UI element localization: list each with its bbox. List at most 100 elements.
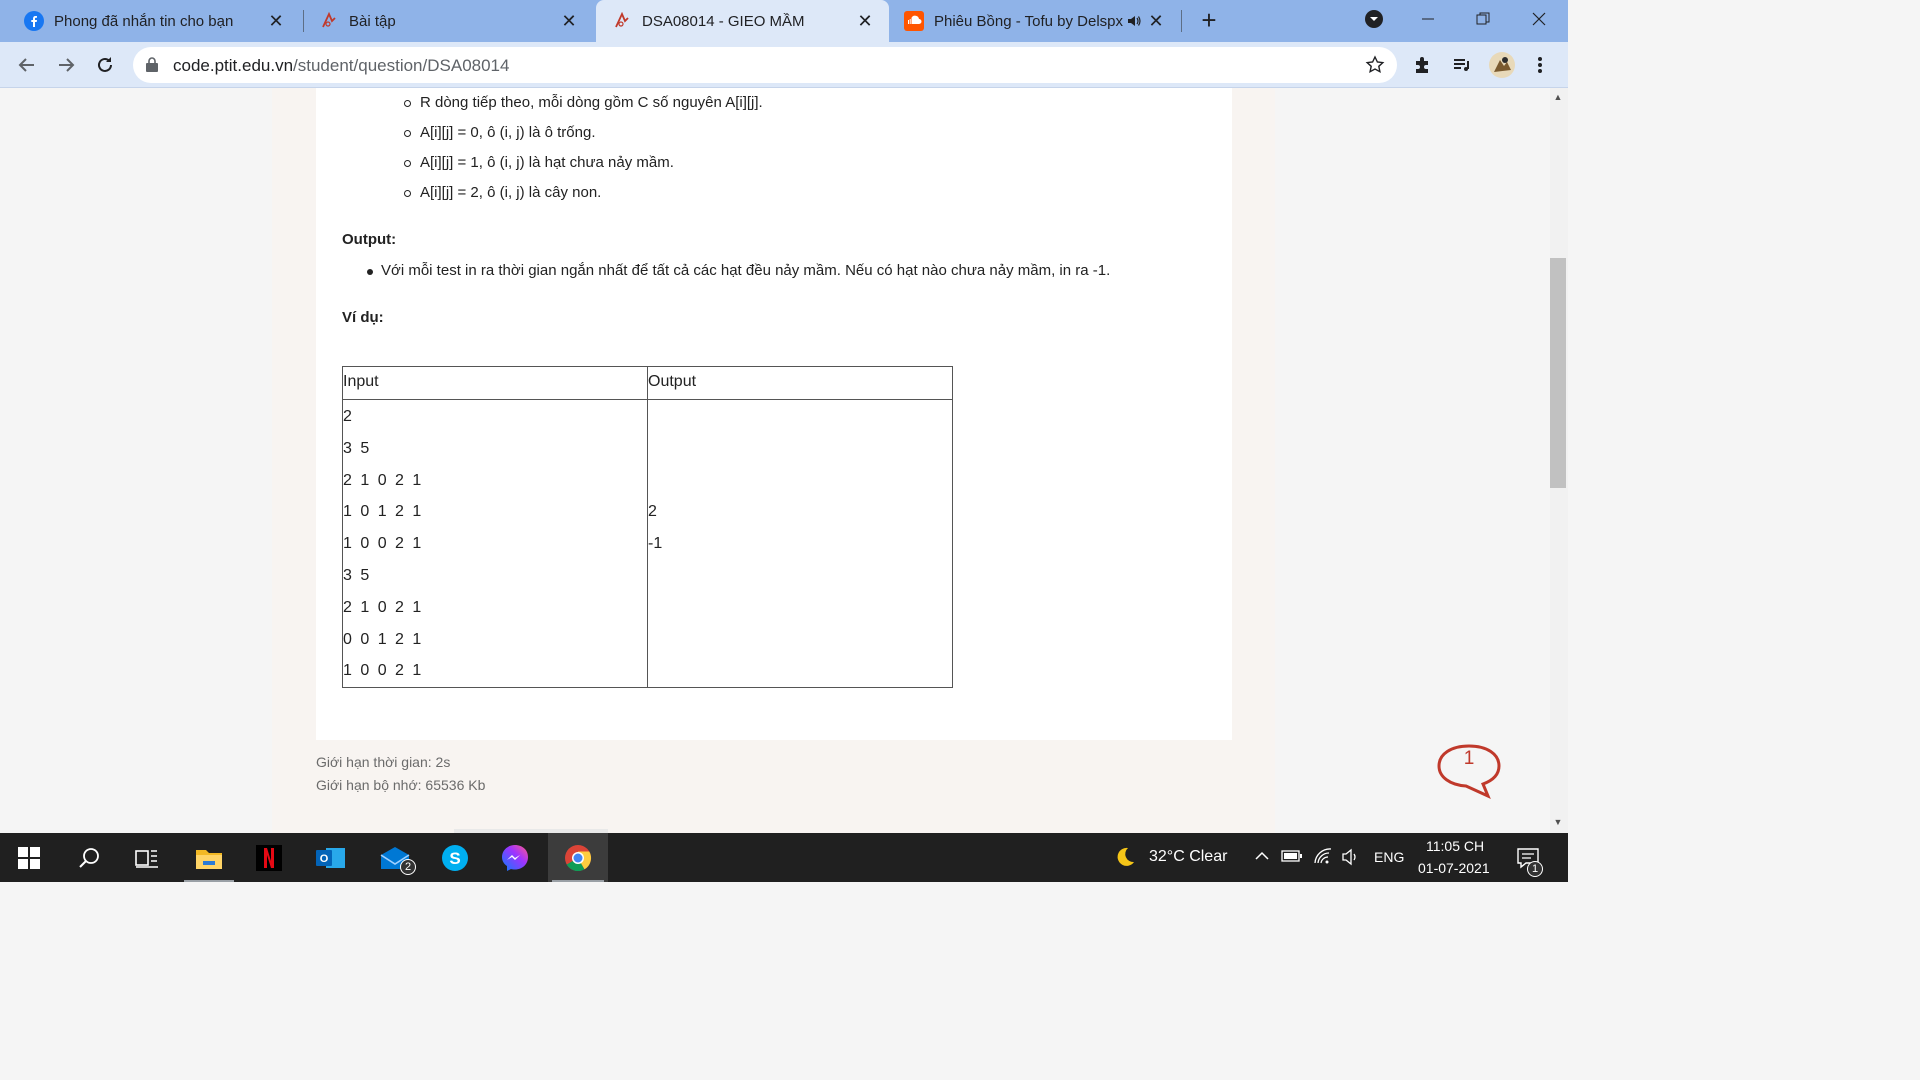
list-bullet: [367, 269, 373, 275]
table-row: 2 3 5 2 1 0 2 1 1 0 1 2 1 1 0 0 2 1 3 5 …: [342, 398, 953, 689]
clock-date[interactable]: 01-07-2021: [1418, 860, 1490, 876]
netflix-button[interactable]: [240, 833, 298, 882]
file-explorer-button[interactable]: [180, 833, 238, 882]
weather-text[interactable]: 32°C Clear: [1149, 848, 1227, 866]
address-bar[interactable]: code.ptit.edu.vn/student/question/DSA080…: [133, 47, 1397, 83]
chrome-button[interactable]: [548, 833, 608, 882]
column-header: Input: [342, 366, 648, 400]
input-item: A[i][j] = 0, ô (i, j) là ô trống.: [420, 124, 596, 141]
list-bullet: [404, 100, 411, 107]
tab-facebook[interactable]: Phong đã nhắn tin cho bạn ✕: [0, 0, 300, 42]
column-header: Output: [647, 366, 953, 400]
url-host: code.ptit.edu.vn: [173, 56, 294, 75]
input-line: 2 1 0 2 1: [343, 471, 424, 489]
tab-soundcloud[interactable]: Phiêu Bồng - Tofu by Delspx ✕: [880, 0, 1180, 42]
close-icon[interactable]: ✕: [855, 11, 875, 31]
ptit-icon: [612, 11, 632, 31]
close-icon[interactable]: ✕: [559, 11, 579, 31]
back-button[interactable]: [13, 51, 41, 79]
input-line: 2: [343, 408, 354, 425]
input-item: A[i][j] = 2, ô (i, j) là cây non.: [420, 184, 602, 201]
language-indicator[interactable]: ENG: [1374, 849, 1404, 865]
chrome-icon: [565, 844, 592, 871]
windows-start-icon: [18, 846, 40, 869]
forward-button[interactable]: [52, 51, 80, 79]
puzzle-icon: [1416, 57, 1428, 73]
soundcloud-icon: [904, 11, 924, 31]
scroll-down-icon[interactable]: ▼: [1552, 817, 1564, 829]
arrow-right-icon: [59, 58, 75, 72]
chevron-up-icon[interactable]: [1254, 849, 1270, 867]
svg-text:S: S: [449, 849, 460, 868]
lock-icon[interactable]: [146, 57, 158, 77]
output-heading: Output:: [342, 231, 397, 248]
table-header-row: Input Output: [342, 366, 953, 400]
speaker-icon[interactable]: [1126, 13, 1142, 33]
minimize-button[interactable]: [1408, 4, 1448, 34]
chat-widget-button[interactable]: 1: [1436, 743, 1502, 799]
outlook-button[interactable]: O: [302, 833, 360, 882]
tab-title: Phong đã nhắn tin cho bạn: [54, 12, 234, 30]
input-item: R dòng tiếp theo, mỗi dòng gồm C số nguy…: [420, 94, 763, 111]
tab-title: DSA08014 - GIEO MẦM: [642, 12, 805, 30]
search-button[interactable]: [60, 833, 118, 882]
tab-strip: Phong đã nhắn tin cho bạn ✕ Bài tập ✕ DS…: [0, 0, 1568, 42]
mail-badge: 2: [400, 859, 416, 875]
moon-icon[interactable]: [1112, 845, 1136, 874]
wifi-icon[interactable]: [1313, 847, 1333, 870]
start-button[interactable]: [0, 833, 58, 882]
restore-button[interactable]: [1463, 4, 1503, 34]
arrow-left-icon: [18, 58, 34, 72]
volume-icon[interactable]: [1341, 848, 1361, 871]
kebab-menu-icon: [1538, 57, 1542, 73]
close-icon: [1532, 12, 1546, 26]
profile-avatar[interactable]: [1489, 52, 1515, 78]
scrollbar-thumb[interactable]: [1550, 258, 1566, 488]
tab-gieo-mam[interactable]: DSA08014 - GIEO MẦM ✕: [596, 0, 889, 42]
list-bullet: [404, 130, 411, 137]
battery-icon[interactable]: [1281, 849, 1303, 868]
close-icon[interactable]: ✕: [266, 11, 286, 31]
scroll-up-icon[interactable]: ▲: [1552, 92, 1564, 104]
tab-separator: [1181, 10, 1182, 32]
bookmark-star-icon[interactable]: [1365, 55, 1385, 80]
window-close-button[interactable]: [1519, 4, 1559, 34]
task-view-button[interactable]: [118, 833, 176, 882]
tab-bai-tap[interactable]: Bài tập ✕: [295, 0, 593, 42]
netflix-icon: [256, 844, 282, 871]
outlook-icon: O: [316, 847, 345, 868]
messenger-button[interactable]: [486, 833, 544, 882]
mail-button[interactable]: 2: [366, 833, 424, 882]
url-path: /student/question/DSA08014: [293, 56, 510, 75]
new-tab-button[interactable]: +: [1196, 7, 1222, 34]
list-bullet: [404, 160, 411, 167]
extensions-button[interactable]: [1410, 52, 1436, 78]
list-bullet: [404, 190, 411, 197]
page-viewport: R dòng tiếp theo, mỗi dòng gồm C số nguy…: [0, 88, 1550, 833]
close-icon[interactable]: ✕: [1146, 11, 1166, 31]
output-line: 2: [648, 503, 657, 521]
playlist-icon: [1454, 59, 1469, 71]
svg-text:O: O: [320, 853, 329, 865]
skype-button[interactable]: S: [426, 833, 484, 882]
facebook-icon: [24, 11, 44, 31]
input-item: A[i][j] = 1, ô (i, j) là hạt chưa nảy mầ…: [420, 154, 674, 171]
reload-button[interactable]: [91, 51, 119, 79]
reload-icon: [98, 57, 112, 72]
browser-toolbar: code.ptit.edu.vn/student/question/DSA080…: [0, 42, 1568, 88]
tab-search-button[interactable]: [1354, 4, 1394, 34]
media-control-button[interactable]: [1449, 52, 1475, 78]
input-line: 1 0 0 2 1: [343, 535, 424, 553]
file-explorer-icon: [196, 849, 222, 869]
output-cell: 2 -1: [647, 398, 953, 689]
clock-time[interactable]: 11:05 CH: [1426, 838, 1484, 854]
browser-menu-button[interactable]: [1527, 52, 1553, 78]
url-text[interactable]: code.ptit.edu.vn/student/question/DSA080…: [173, 56, 509, 76]
output-line: -1: [648, 535, 663, 553]
task-view-icon: [135, 849, 158, 868]
input-line: 1 0 1 2 1: [343, 503, 424, 521]
